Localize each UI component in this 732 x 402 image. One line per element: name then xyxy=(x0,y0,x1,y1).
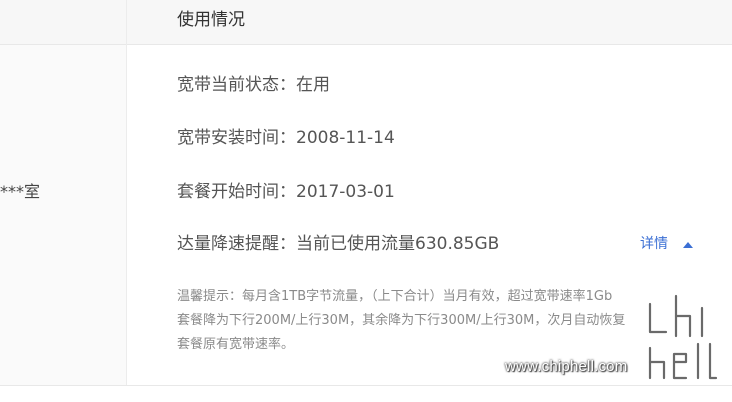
package-start-label: 套餐开始时间： xyxy=(177,182,296,202)
address-text: ***室 xyxy=(0,182,41,201)
broadband-status-label: 宽带当前状态： xyxy=(177,75,296,95)
left-header xyxy=(0,0,126,45)
install-date-row: 宽带安装时间：2008-11-14 xyxy=(177,126,395,150)
usage-alert-value: 当前已使用流量630.85GB xyxy=(296,234,500,254)
usage-alert-label: 达量降速提醒： xyxy=(177,234,296,254)
package-start-value: 2017-03-01 xyxy=(296,182,395,202)
install-date-label: 宽带安装时间： xyxy=(177,128,296,148)
section-title: 使用情况 xyxy=(177,10,245,30)
usage-notice: 温馨提示：每月含1TB字节流量，（上下合计）当月有效，超过宽带速率1Gb 套餐降… xyxy=(177,285,697,357)
package-start-row: 套餐开始时间：2017-03-01 xyxy=(177,180,395,204)
usage-page: 使用情况 ***室 宽带当前状态：在用 宽带安装时间：2008-11-14 套餐… xyxy=(0,0,732,402)
notice-line-3: 套餐原有宽带速率。 xyxy=(177,337,295,352)
usage-alert-row: 达量降速提醒：当前已使用流量630.85GB xyxy=(177,232,499,256)
install-date-value: 2008-11-14 xyxy=(296,128,395,148)
bottom-divider xyxy=(0,385,732,386)
caret-up-icon[interactable] xyxy=(683,242,693,248)
broadband-status-value: 在用 xyxy=(296,75,330,95)
notice-line-1: 温馨提示：每月含1TB字节流量，（上下合计）当月有效，超过宽带速率1Gb xyxy=(177,289,613,304)
watermark-text: www.chiphell.com xyxy=(505,358,628,375)
broadband-status-row: 宽带当前状态：在用 xyxy=(177,73,330,97)
details-link[interactable]: 详情 xyxy=(640,234,668,254)
chiphell-logo-icon xyxy=(646,292,720,382)
notice-line-2: 套餐降为下行200M/上行30M，其余降为下行300M/上行30M，次月自动恢复 xyxy=(177,313,626,328)
